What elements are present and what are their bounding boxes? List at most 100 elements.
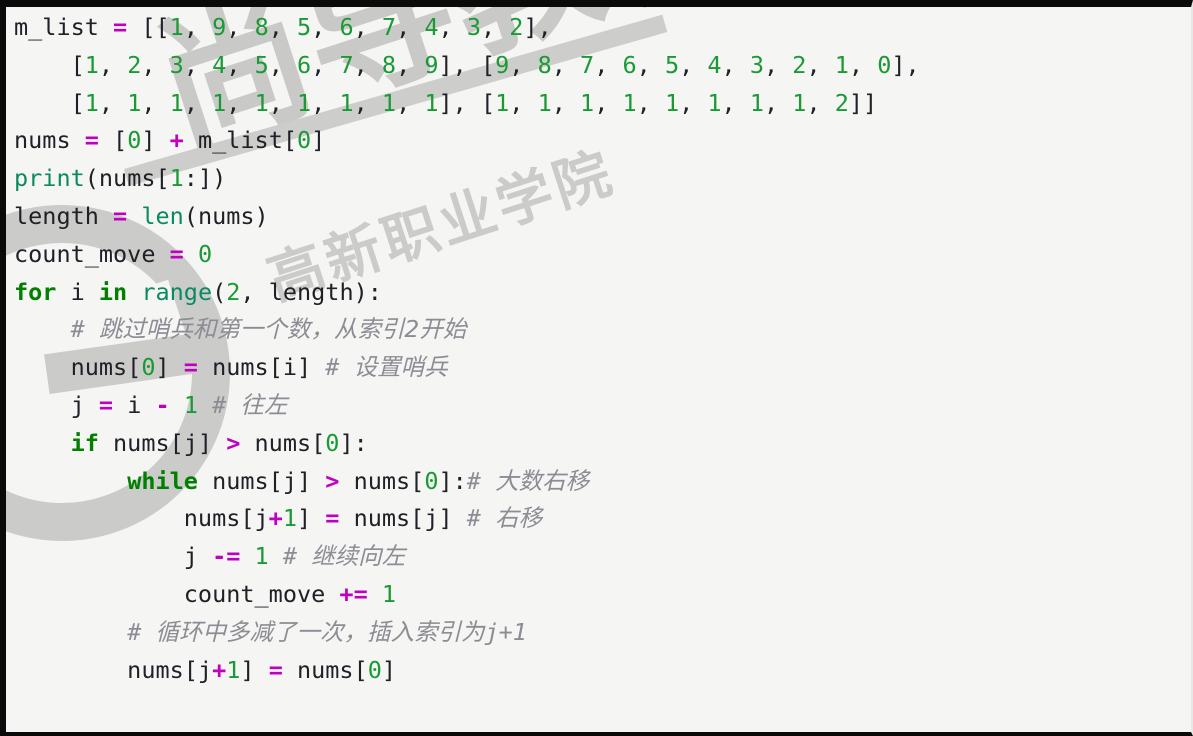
code-token-br (14, 618, 127, 646)
code-token-br (127, 13, 141, 41)
code-token-br: ( (212, 277, 227, 306)
code-token-br: , (679, 50, 708, 79)
code-token-cmt: # (70, 315, 99, 344)
code-token-br (155, 240, 169, 268)
code-token-num: 1 (212, 88, 227, 117)
code-token-id: nums (14, 126, 71, 155)
code-token-br: , (396, 50, 425, 79)
code-line[interactable]: j = i - 1 # 往左 (14, 387, 1191, 425)
code-line[interactable]: [1, 2, 3, 4, 5, 6, 7, 8, 9], [9, 8, 7, 6… (14, 47, 1191, 85)
code-token-num: 4 (424, 13, 439, 41)
code-token-num: 1 (254, 542, 269, 571)
code-line[interactable]: print(nums[1:]) (14, 727, 1191, 732)
code-token-num: 9 (212, 13, 227, 41)
code-token-num: 6 (339, 13, 354, 41)
code-token-br: , (594, 50, 623, 79)
code-token-num: 6 (622, 50, 637, 79)
code-token-id: nums[ (339, 466, 425, 495)
code-token-cmt-cn: 循环中多减了一次，插入索引为 (155, 617, 485, 646)
code-token-br: , (806, 88, 835, 117)
code-token-num: 3 (169, 50, 184, 79)
code-line[interactable]: while nums[j] > nums[0]:# 大数右移 (14, 463, 1191, 501)
code-line[interactable]: # 跳过哨兵和第一个数，从索引2开始 (14, 311, 1191, 349)
code-line[interactable]: nums[j+1] = nums[0] (14, 652, 1191, 690)
code-token-num: 1 (381, 88, 397, 117)
code-token-fn: len (141, 201, 184, 230)
code-token-br: :]) (184, 731, 226, 732)
code-token-br: , (764, 88, 793, 117)
code-token-cmt: # (127, 617, 156, 646)
code-token-cmt: # (466, 504, 496, 533)
code-token-num: 1 (537, 88, 552, 117)
code-line[interactable]: nums = [0] + m_list[0] (14, 122, 1191, 160)
code-token-br (14, 51, 71, 79)
code-line[interactable]: j -= 1 # 继续向左 (14, 538, 1191, 576)
code-token-op: > (325, 466, 340, 495)
code-token-br: , (438, 13, 467, 41)
code-token-num: 1 (170, 731, 184, 732)
code-token-br: , (268, 50, 298, 79)
code-token-op: - (155, 390, 170, 419)
code-token-op: = (169, 239, 184, 268)
code-token-br (269, 542, 283, 570)
code-token-id: j (14, 542, 213, 571)
code-token-br: , (141, 88, 170, 117)
code-token-br: , (721, 50, 750, 79)
code-token-id: length (14, 201, 99, 230)
code-token-id: j (14, 390, 99, 419)
code-token-br (99, 202, 113, 230)
code-token-id: count_move (14, 239, 156, 268)
code-token-br: ], [ (438, 50, 496, 79)
code-token-br: , (183, 50, 213, 79)
code-token-br: , (98, 88, 128, 117)
code-token-num: 1 (424, 88, 439, 117)
code-token-num: 5 (297, 13, 312, 41)
code-token-br: [ (70, 88, 85, 117)
code-token-cmt-cn: 继续向左 (311, 542, 406, 571)
code-token-br: ] (155, 353, 184, 382)
code-token-br (99, 13, 113, 41)
code-token-br: , (551, 88, 581, 117)
code-line[interactable]: nums[0] = nums[i] # 设置哨兵 (14, 349, 1191, 387)
code-token-br (198, 391, 212, 419)
code-token-fn: print (14, 731, 85, 732)
code-token-cmt: # (282, 542, 312, 571)
code-token-num: 2 (226, 277, 241, 306)
code-token-num: 1 (127, 88, 142, 117)
code-block[interactable]: m_list = [[1, 9, 8, 5, 6, 7, 4, 3, 2], [… (6, 7, 1191, 732)
code-token-br: ] (311, 126, 326, 155)
code-screenshot: 尚导教育 高新职业学院 m_list = [[1, 9, 8, 5, 6, 7,… (0, 0, 1193, 736)
code-token-br: , (636, 88, 665, 117)
code-token-fn: print (14, 164, 85, 193)
code-token-br (14, 89, 71, 117)
code-line[interactable]: print(nums[1:]) (14, 160, 1191, 198)
code-token-id: nums[j (14, 655, 213, 684)
code-token-op: = (183, 353, 198, 382)
code-token-num: 1 (580, 88, 595, 117)
code-token-num: 7 (381, 13, 397, 41)
code-token-num: 1 (169, 13, 184, 41)
code-token-num: 0 (367, 655, 382, 684)
code-token-br (14, 315, 71, 343)
code-token-br: , (311, 88, 340, 117)
code-token-num: 1 (282, 504, 297, 533)
code-line[interactable]: count_move = 0 (14, 236, 1191, 274)
code-token-br: ], (523, 13, 552, 41)
code-token-br: , (764, 50, 793, 79)
code-token-num: 7 (580, 50, 595, 79)
code-line[interactable]: length = len(nums) (14, 198, 1191, 236)
code-line[interactable]: # 循环中多减了一次，插入索引为j+1 (14, 614, 1191, 652)
code-line[interactable] (14, 689, 1191, 727)
code-token-br: ]: (438, 466, 467, 495)
code-line[interactable]: count_move += 1 (14, 576, 1191, 614)
code-line[interactable]: [1, 1, 1, 1, 1, 1, 1, 1, 1], [1, 1, 1, 1… (14, 85, 1191, 123)
code-token-br: , (183, 88, 213, 117)
code-line[interactable]: for i in range(2, length): (14, 274, 1191, 312)
code-line[interactable]: m_list = [[1, 9, 8, 5, 6, 7, 4, 3, 2], (14, 9, 1191, 47)
code-token-br: ] (141, 126, 170, 155)
code-token-br (14, 467, 127, 495)
code-token-num: 1 (84, 50, 99, 79)
code-line[interactable]: if nums[j] > nums[0]: (14, 425, 1191, 463)
code-line[interactable]: nums[j+1] = nums[j] # 右移 (14, 500, 1191, 538)
code-token-num: 4 (707, 50, 722, 79)
